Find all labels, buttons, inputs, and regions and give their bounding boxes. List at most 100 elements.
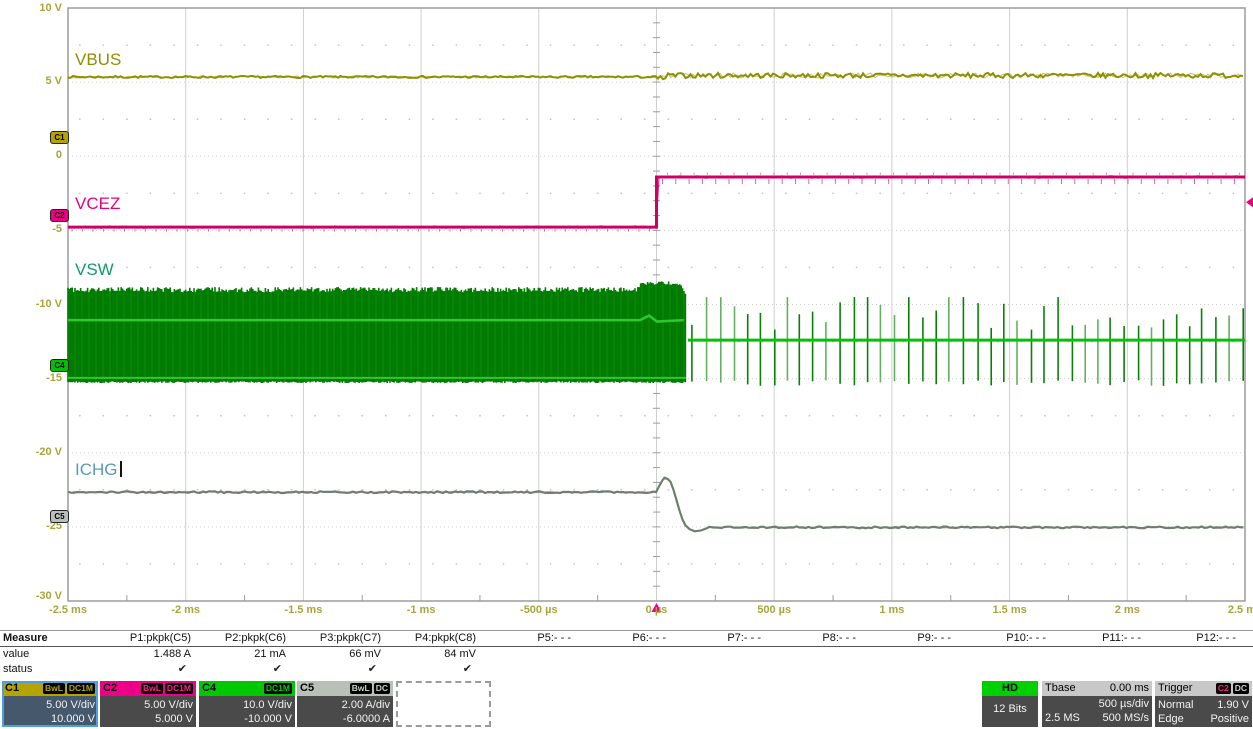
measure-param-header-p7[interactable]: P7:- - - [668, 631, 763, 646]
measure-value-p3: 66 mV [349, 648, 381, 660]
hd-bits: 12 Bits [993, 703, 1027, 715]
channel-id: C4 [202, 682, 217, 694]
measure-param-header-p10[interactable]: P10:- - - [953, 631, 1048, 646]
waveform-plot[interactable] [0, 0, 1253, 628]
measure-value-p2: 21 mA [254, 648, 286, 660]
y-axis-label: -15 [46, 371, 62, 384]
trigger-slope: Positive [1210, 713, 1249, 725]
measure-status-p11 [1048, 662, 1143, 677]
measure-param-header-p6[interactable]: P6:- - - [573, 631, 668, 646]
trace-label-vcez[interactable]: VCEZ [75, 194, 120, 214]
measure-value-p9 [858, 647, 953, 662]
measure-param-header-p2[interactable]: P2:pkpk(C6) [193, 631, 288, 646]
bwl-badge: BwL [349, 683, 372, 694]
hd-indicator: HD [982, 681, 1038, 696]
y-axis-label: 5 V [45, 75, 62, 88]
y-axis-label: -10 V [35, 297, 62, 310]
channel-id: C1 [5, 682, 20, 694]
trigger-level: 1.90 V [1217, 699, 1249, 711]
x-axis-label: -2 ms [171, 604, 201, 616]
trigger-mode: Normal [1158, 699, 1194, 711]
measure-param-header-p11[interactable]: P11:- - - [1048, 631, 1143, 646]
measure-status-p12 [1143, 662, 1238, 677]
channel-descriptor-c5[interactable]: C5 BwL DC 2.00 A/div -6.0000 A [297, 681, 393, 727]
measure-param-header-p9[interactable]: P9:- - - [858, 631, 953, 646]
channel-descriptor-header: C5 BwL DC [297, 681, 393, 696]
channel-descriptor-header: C1 BwL DC1M [2, 681, 98, 696]
dc-badge: DC [373, 683, 390, 694]
measure-status-p8 [763, 662, 858, 677]
channel-marker-c2[interactable]: C2 [50, 209, 69, 222]
trace-label-vbus[interactable]: VBUS [75, 50, 121, 70]
channel-descriptor-c4[interactable]: C4 DC1M 10.0 V/div -10.000 V [199, 681, 295, 727]
timebase-box[interactable]: Tbase 0.00 ms 500 µs/div 2.5 MS 500 MS/s [1042, 681, 1152, 727]
measure-status-p10 [953, 662, 1048, 677]
trigger-title: Trigger [1158, 682, 1193, 694]
measure-value-label: value [3, 648, 30, 660]
measure-status-row: status ✔ ✔ ✔ ✔ [0, 662, 1253, 677]
y-axis-label: -5 [52, 223, 62, 236]
channel-scale: 5.00 V/div [144, 699, 193, 711]
measure-status-p6 [573, 662, 668, 677]
measure-param-header-p5[interactable]: P5:- - - [478, 631, 573, 646]
measure-status-p5 [478, 662, 573, 677]
trace-label-vsw[interactable]: VSW [75, 260, 114, 280]
measure-status-p4: ✔ [462, 663, 472, 675]
channel-descriptor-header: C4 DC1M [199, 681, 295, 696]
trigger-level-marker [1246, 197, 1253, 208]
x-axis-label: -1.5 ms [284, 604, 323, 616]
channel-marker-c5[interactable]: C5 [50, 510, 69, 523]
oscilloscope-screen: 10 V5 V 0 -5 -10 V -15 -20 V -25 -30 V -2.5 ms -… [0, 0, 1253, 729]
channel-descriptor-c1[interactable]: C1 BwL DC1M 5.00 V/div 10.000 V [2, 681, 98, 727]
x-axis-label: 0 µs [645, 604, 668, 616]
channel-marker-c1[interactable]: C1 [50, 131, 69, 144]
bwl-badge: BwL [140, 683, 163, 694]
hd-mode-box[interactable]: HD 12 Bits [982, 681, 1038, 727]
y-axis-label: -30 V [35, 590, 62, 602]
text-cursor [119, 461, 122, 477]
dc1m-badge: DC1M [263, 683, 292, 694]
dc1m-badge: DC1M [164, 683, 193, 694]
measure-status-p1: ✔ [177, 663, 187, 675]
measure-value-p6 [573, 647, 668, 662]
channel-offset: -6.0000 A [342, 713, 390, 725]
empty-channel-slot[interactable] [396, 681, 491, 727]
trigger-box[interactable]: Trigger C2 DC Normal 1.90 V Edge Positiv… [1155, 681, 1252, 727]
measure-param-header-p1[interactable]: P1:pkpk(C5) [98, 631, 193, 646]
channel-scale: 5.00 V/div [46, 699, 95, 711]
measure-param-header-p8[interactable]: P8:- - - [763, 631, 858, 646]
trace-label-text: VSW [75, 260, 114, 279]
y-axis-label: 0 [55, 149, 62, 162]
x-axis-label: -1 ms [406, 604, 436, 616]
timebase-per-div: 500 µs/div [1098, 698, 1149, 710]
measure-value-p12 [1143, 647, 1238, 662]
measure-status-p9 [858, 662, 953, 677]
channel-descriptor-c2[interactable]: C2 BwL DC1M 5.00 V/div 5.000 V [100, 681, 196, 727]
measure-status-label: status [3, 663, 33, 675]
x-axis-label: 500 µs [757, 604, 792, 616]
measure-param-header-p3[interactable]: P3:pkpk(C7) [288, 631, 383, 646]
measure-value-row: value 1.488 A 21 mA 66 mV 84 mV [0, 647, 1253, 662]
trace-label-text: VCEZ [75, 194, 121, 213]
timebase-rate: 500 MS/s [1102, 712, 1149, 724]
bwl-badge: BwL [42, 683, 65, 694]
channel-id: C2 [103, 682, 118, 694]
measure-table: Measure P1:pkpk(C5) P2:pkpk(C6) P3:pkpk(C7… [0, 630, 1253, 677]
channel-scale: 10.0 V/div [243, 699, 292, 711]
trace-label-text: ICHG [75, 460, 118, 479]
y-axis-label: -20 V [35, 445, 62, 458]
measure-param-header-p4[interactable]: P4:pkpk(C8) [383, 631, 478, 646]
measure-value-p11 [1048, 647, 1143, 662]
trace-label-text: VBUS [75, 50, 122, 69]
channel-offset: 10.000 V [50, 713, 95, 725]
x-axis-label: 2 ms [1114, 604, 1140, 616]
channel-offset: -10.000 V [244, 713, 292, 725]
measure-value-p10 [953, 647, 1048, 662]
measure-value-p7 [668, 647, 763, 662]
trace-label-ichg[interactable]: ICHG [75, 460, 122, 480]
measure-param-header-p12[interactable]: P12:- - - [1143, 631, 1238, 646]
measure-status-p3: ✔ [367, 663, 377, 675]
channel-marker-c4[interactable]: C4 [50, 359, 69, 372]
trigger-type: Edge [1158, 713, 1184, 725]
channel-id: C5 [300, 682, 315, 694]
